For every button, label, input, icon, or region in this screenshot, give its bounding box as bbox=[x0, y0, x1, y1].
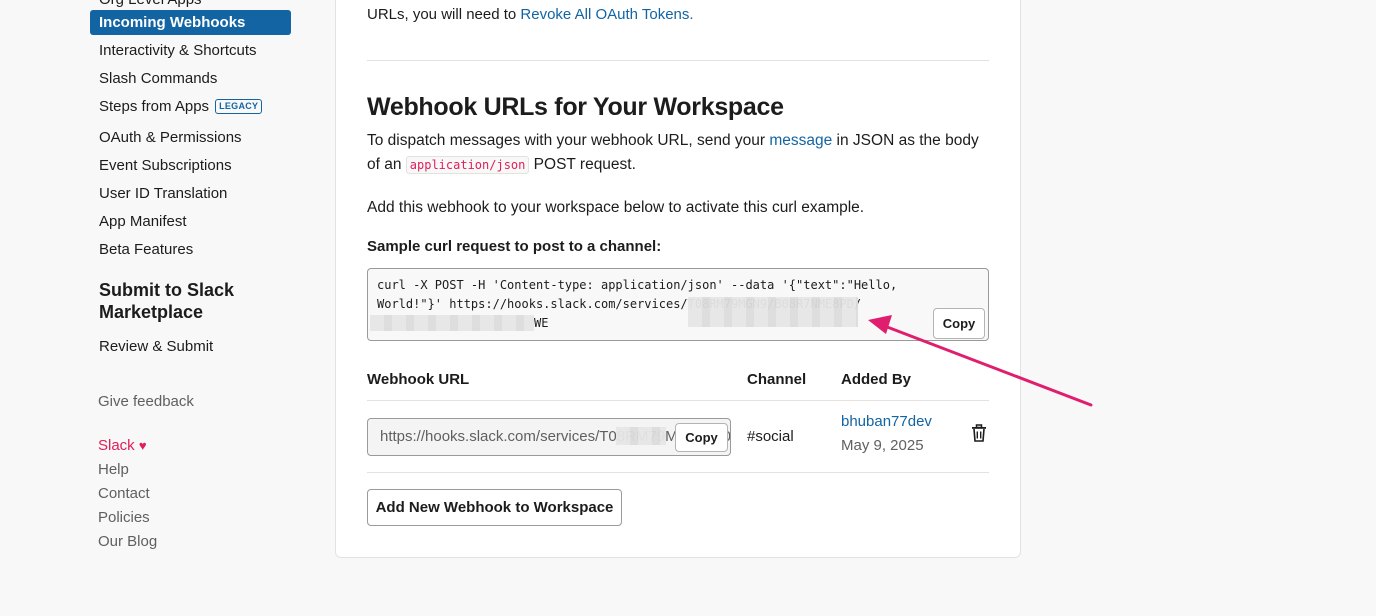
redacted-token bbox=[688, 297, 858, 327]
sidebar-item-steps-from-apps[interactable]: Steps from Apps LEGACY bbox=[90, 94, 291, 119]
sidebar-item-app-manifest[interactable]: App Manifest bbox=[90, 209, 291, 234]
dispatch-description: To dispatch messages with your webhook U… bbox=[367, 129, 989, 177]
page-title: Webhook URLs for Your Workspace bbox=[367, 93, 784, 121]
trash-icon[interactable] bbox=[970, 424, 988, 442]
col-webhook-url: Webhook URL bbox=[367, 371, 470, 388]
desc-text-c: POST request. bbox=[529, 156, 636, 173]
help-link[interactable]: Help bbox=[98, 461, 129, 478]
sidebar-item-slash-commands[interactable]: Slash Commands bbox=[90, 66, 291, 91]
sidebar-item-interactivity[interactable]: Interactivity & Shortcuts bbox=[90, 38, 291, 63]
sidebar-item-incoming-webhooks[interactable]: Incoming Webhooks bbox=[90, 10, 291, 35]
sidebar: Org Level Apps Incoming Webhooks Interac… bbox=[0, 0, 320, 616]
legacy-badge: LEGACY bbox=[215, 99, 263, 114]
redacted-token bbox=[370, 315, 534, 331]
revoke-tokens-link[interactable]: Revoke All OAuth Tokens. bbox=[520, 6, 693, 23]
revoke-tokens-text: URLs, you will need to Revoke All OAuth … bbox=[367, 6, 694, 23]
divider bbox=[367, 60, 989, 61]
webhook-url-field[interactable]: https://hooks.slack.com/services/T08RM79… bbox=[367, 418, 731, 456]
annotation-arrow-icon bbox=[868, 315, 1093, 407]
message-link[interactable]: message bbox=[769, 132, 832, 149]
copy-url-button[interactable]: Copy bbox=[675, 423, 728, 452]
channel-name: #social bbox=[747, 428, 794, 445]
policies-link[interactable]: Policies bbox=[98, 509, 150, 526]
curl-label: Sample curl request to post to a channel… bbox=[367, 238, 662, 255]
sidebar-item-beta-features[interactable]: Beta Features bbox=[90, 237, 291, 262]
desc-text-a: To dispatch messages with your webhook U… bbox=[367, 132, 770, 149]
revoke-prefix: URLs, you will need to bbox=[367, 6, 521, 23]
slack-link[interactable]: Slack ♥ bbox=[98, 437, 147, 454]
sidebar-item-label: Steps from Apps bbox=[99, 98, 210, 115]
slack-label: Slack bbox=[98, 437, 135, 454]
curl-line-1: curl -X POST -H 'Content-type: applicati… bbox=[377, 278, 898, 292]
sidebar-item-oauth[interactable]: OAuth & Permissions bbox=[90, 125, 291, 150]
blog-link[interactable]: Our Blog bbox=[98, 533, 157, 550]
table-row-divider bbox=[367, 472, 989, 473]
sidebar-item-event-subscriptions[interactable]: Event Subscriptions bbox=[90, 153, 291, 178]
application-json-code: application/json bbox=[405, 156, 530, 174]
add-new-webhook-button[interactable]: Add New Webhook to Workspace bbox=[367, 489, 622, 526]
added-date: May 9, 2025 bbox=[841, 437, 924, 454]
col-channel: Channel bbox=[747, 371, 807, 388]
redacted-url bbox=[616, 427, 666, 445]
give-feedback-link[interactable]: Give feedback bbox=[98, 393, 194, 410]
sidebar-item-user-id-translation[interactable]: User ID Translation bbox=[90, 181, 291, 206]
activate-curl-text: Add this webhook to your workspace below… bbox=[367, 199, 865, 216]
sidebar-item-org-level-apps[interactable]: Org Level Apps bbox=[99, 0, 202, 8]
curl-line-3: WE bbox=[534, 316, 549, 330]
contact-link[interactable]: Contact bbox=[98, 485, 150, 502]
sidebar-item-review-submit[interactable]: Review & Submit bbox=[90, 334, 291, 359]
submit-marketplace-heading: Submit to Slack Marketplace bbox=[99, 280, 235, 322]
heart-icon: ♥ bbox=[138, 438, 147, 453]
